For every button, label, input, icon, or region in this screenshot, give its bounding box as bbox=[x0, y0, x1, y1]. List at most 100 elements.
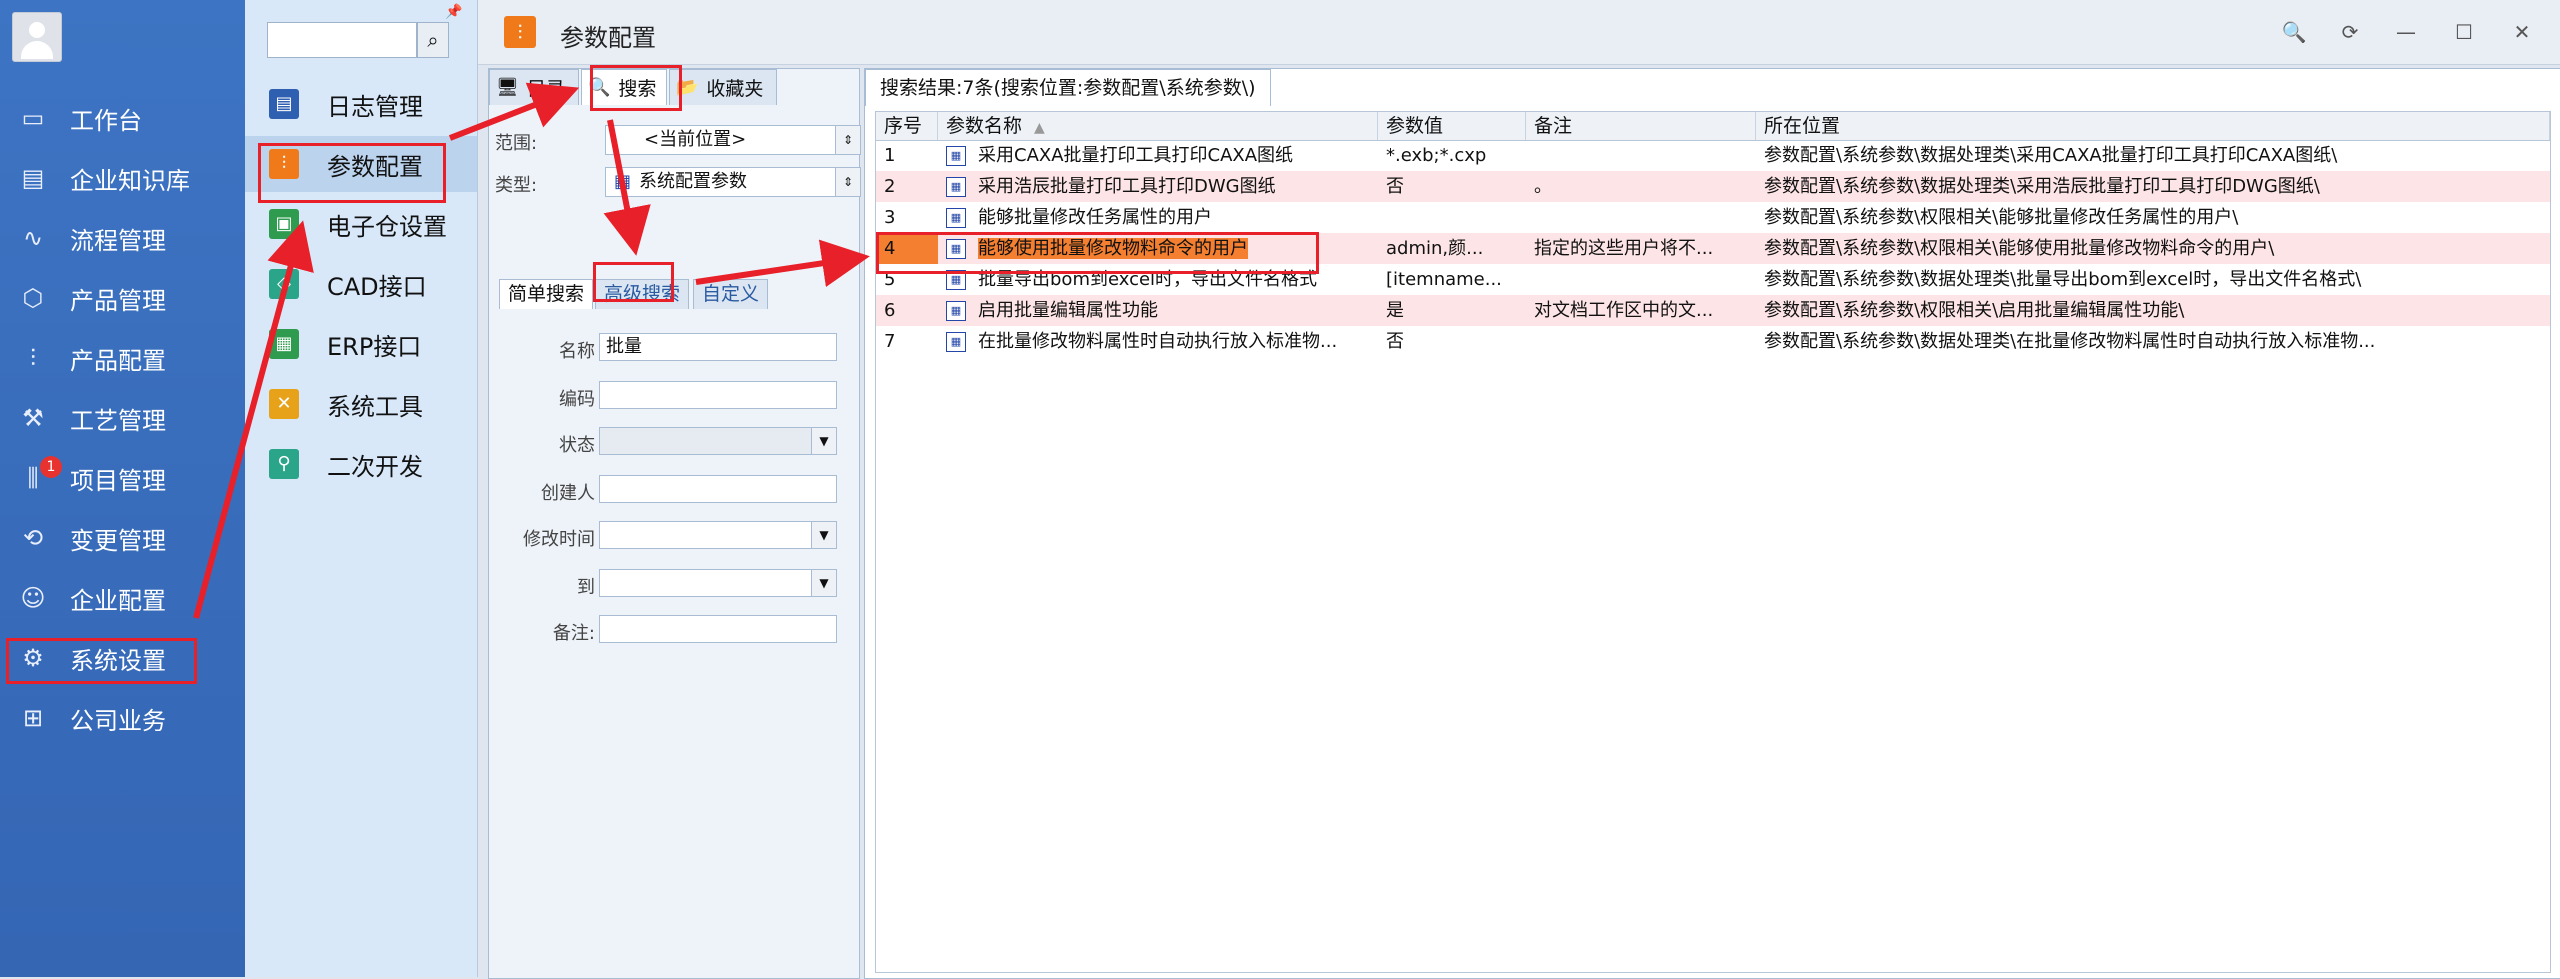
sub-nav-item-7[interactable]: ⚲ 二次开发 bbox=[245, 436, 477, 492]
cell-seq: 4 bbox=[876, 233, 938, 264]
change-icon: ⟲ bbox=[22, 524, 44, 552]
modified-from-input[interactable]: ▼ bbox=[599, 521, 837, 549]
nav-item-label: 工作台 bbox=[70, 106, 142, 135]
table-row[interactable]: 6 ▦ 启用批量编辑属性功能 是 对文档工作区中的文... 参数配置\系统参数\权限相关\… bbox=[876, 295, 2550, 326]
results-tab[interactable]: 搜索结果:7条(搜索位置:参数配置\系统参数\) bbox=[865, 69, 1271, 106]
cell-name-text: 能够使用批量修改物料命令的用户 bbox=[978, 238, 1248, 259]
refresh-icon[interactable]: ⟳ bbox=[2330, 14, 2370, 50]
chevron-down-icon[interactable]: ▼ bbox=[811, 522, 836, 548]
code-row: 编码 bbox=[489, 379, 859, 415]
modified-to-label: 到 bbox=[577, 577, 595, 598]
tab-search[interactable]: 🔍 搜索 bbox=[581, 69, 667, 105]
nav-item-6[interactable]: ⚒ 工艺管理 bbox=[0, 390, 245, 446]
cell-name-text: 采用浩辰批量打印工具打印DWG图纸 bbox=[978, 176, 1276, 197]
config-icon: ▦ bbox=[614, 171, 632, 192]
spinner-icon[interactable]: ⇕ bbox=[835, 126, 860, 154]
cell-name-text: 在批量修改物料属性时自动执行放入标准物... bbox=[978, 331, 1338, 352]
cell-note: 指定的这些用户将不... bbox=[1534, 238, 1714, 259]
minimize-button[interactable]: — bbox=[2386, 14, 2426, 50]
table-row[interactable]: 5 ▦ 批量导出bom到excel时，导出文件名格式 [itemname... 参数配置… bbox=[876, 264, 2550, 295]
tab-advanced-search[interactable]: 高级搜索 bbox=[595, 279, 690, 309]
parameter-icon: ▦ bbox=[946, 301, 966, 321]
table-row[interactable]: 2 ▦ 采用浩辰批量打印工具打印DWG图纸 否 。 参数配置\系统参数\数据处理类\采用浩… bbox=[876, 171, 2550, 202]
close-button[interactable]: ✕ bbox=[2502, 14, 2542, 50]
cell-note bbox=[1526, 326, 1756, 357]
chevron-down-icon[interactable]: ▼ bbox=[811, 570, 836, 596]
sub-nav-item-2[interactable]: ⫶ 参数配置 bbox=[245, 136, 477, 192]
tab-catalog[interactable]: 🖥 目录 bbox=[489, 69, 579, 105]
cell-name: ▦ 能够批量修改任务属性的用户 bbox=[938, 202, 1378, 233]
sub-nav-item-label: 系统工具 bbox=[327, 392, 423, 421]
nav-item-2[interactable]: ▤ 企业知识库 bbox=[0, 150, 245, 206]
tab-favorites-label: 收藏夹 bbox=[706, 78, 764, 100]
col-location[interactable]: 所在位置 bbox=[1756, 112, 2550, 140]
cell-name-text: 采用CAXA批量打印工具打印CAXA图纸 bbox=[978, 145, 1294, 166]
status-input[interactable]: ▼ bbox=[599, 427, 837, 455]
nav-item-10[interactable]: ⚙ 系统设置 bbox=[0, 630, 245, 686]
search-window-icon[interactable]: 🔍 bbox=[2274, 14, 2314, 50]
scope-select[interactable]: <当前位置> ⇕ bbox=[605, 125, 861, 155]
cell-value bbox=[1378, 202, 1526, 233]
remark-input[interactable] bbox=[599, 615, 837, 643]
cell-note: 。 bbox=[1534, 176, 1552, 197]
title-bar: ⫶ 参数配置 🔍 ⟳ — ☐ ✕ bbox=[478, 0, 2560, 65]
modified-from-row: 修改时间 ▼ bbox=[489, 519, 859, 555]
col-value[interactable]: 参数值 bbox=[1378, 112, 1526, 140]
col-seq[interactable]: 序号 bbox=[876, 112, 938, 140]
wrench-icon: ⚒ bbox=[22, 404, 44, 432]
parameter-icon: ▦ bbox=[946, 208, 966, 228]
tab-favorites[interactable]: 📂 收藏夹 bbox=[669, 69, 777, 105]
catalog-icon: 🖥 bbox=[496, 77, 519, 98]
nav-item-11[interactable]: ⊞ 公司业务 bbox=[0, 690, 245, 746]
nav-item-5[interactable]: ⫶ 产品配置 bbox=[0, 330, 245, 386]
nav-item-1[interactable]: ▭ 工作台 bbox=[0, 90, 245, 146]
tab-custom[interactable]: 自定义 bbox=[693, 279, 769, 309]
nav-item-label: 流程管理 bbox=[70, 226, 166, 255]
table-row[interactable]: 4 ▦ 能够使用批量修改物料命令的用户 admin,颜... 指定的这些用户将不... 参… bbox=[876, 233, 2550, 264]
table-row[interactable]: 7 ▦ 在批量修改物料属性时自动执行放入标准物... 否 参数配置\系统参数\数据处理类… bbox=[876, 326, 2550, 357]
nav-item-label: 公司业务 bbox=[70, 706, 166, 735]
nav-item-7[interactable]: ⫼ 1 项目管理 bbox=[0, 450, 245, 506]
cell-location: 参数配置\系统参数\数据处理类\采用CAXA批量打印工具打印CAXA图纸\ bbox=[1764, 145, 2338, 166]
maximize-button[interactable]: ☐ bbox=[2444, 14, 2484, 50]
sub-nav-item-6[interactable]: ✕ 系统工具 bbox=[245, 376, 477, 432]
cell-name: ▦ 启用批量编辑属性功能 bbox=[938, 295, 1378, 326]
tab-simple-search[interactable]: 简单搜索 bbox=[499, 279, 594, 309]
nav-item-8[interactable]: ⟲ 变更管理 bbox=[0, 510, 245, 566]
cell-seq: 5 bbox=[884, 269, 896, 290]
modified-to-input[interactable]: ▼ bbox=[599, 569, 837, 597]
results-panel: 搜索结果:7条(搜索位置:参数配置\系统参数\) 序号 参数名称 ▲ 参数值 备注… bbox=[864, 68, 2560, 979]
nav-item-9[interactable]: ☺ 企业配置 bbox=[0, 570, 245, 626]
col-note[interactable]: 备注 bbox=[1526, 112, 1756, 140]
sub-nav-item-1[interactable]: ▤ 日志管理 bbox=[245, 76, 477, 132]
code-input[interactable] bbox=[599, 381, 837, 409]
sub-nav-search-input[interactable] bbox=[267, 22, 417, 58]
nav-item-3[interactable]: ∿ 流程管理 bbox=[0, 210, 245, 266]
user-icon: ☺ bbox=[20, 584, 46, 612]
type-select[interactable]: ▦ 系统配置参数 ⇕ bbox=[605, 167, 861, 197]
nav-item-4[interactable]: ⬡ 产品管理 bbox=[0, 270, 245, 326]
spinner-icon[interactable]: ⇕ bbox=[835, 168, 860, 196]
sub-nav-search-button[interactable]: ⌕ bbox=[417, 22, 449, 58]
sub-nav-item-3[interactable]: ▣ 电子仓设置 bbox=[245, 196, 477, 252]
cell-note bbox=[1526, 140, 1756, 171]
sub-nav-item-5[interactable]: ▦ ERP接口 bbox=[245, 316, 477, 372]
sub-nav-item-4[interactable]: ◇ CAD接口 bbox=[245, 256, 477, 312]
chevron-down-icon[interactable]: ▼ bbox=[811, 428, 836, 454]
table-row[interactable]: 1 ▦ 采用CAXA批量打印工具打印CAXA图纸 *.exb;*.cxp 参数配置\系统… bbox=[876, 140, 2550, 171]
modified-to-row: 到 ▼ bbox=[489, 567, 859, 603]
cell-name: ▦ 在批量修改物料属性时自动执行放入标准物... bbox=[938, 326, 1378, 357]
cell-name: ▦ 采用CAXA批量打印工具打印CAXA图纸 bbox=[938, 140, 1378, 171]
status-row: 状态 ▼ bbox=[489, 425, 859, 461]
name-value: 批量 bbox=[606, 336, 642, 357]
pin-icon[interactable]: 📌 bbox=[445, 4, 462, 20]
name-label: 名称 bbox=[559, 341, 595, 362]
erp-icon: ▦ bbox=[269, 329, 299, 359]
col-name[interactable]: 参数名称 ▲ bbox=[938, 112, 1378, 140]
name-input[interactable]: 批量 bbox=[599, 333, 837, 361]
creator-input[interactable] bbox=[599, 475, 837, 503]
table-row[interactable]: 3 ▦ 能够批量修改任务属性的用户 参数配置\系统参数\权限相关\能够批量修改任务属性… bbox=[876, 202, 2550, 233]
nav-item-label: 企业知识库 bbox=[70, 166, 190, 195]
main-window: ⫶ 参数配置 🔍 ⟳ — ☐ ✕ 🖥 目录 🔍 搜索 📂 收藏夹 范围: <当前位置>… bbox=[478, 0, 2560, 979]
avatar[interactable] bbox=[12, 12, 62, 62]
